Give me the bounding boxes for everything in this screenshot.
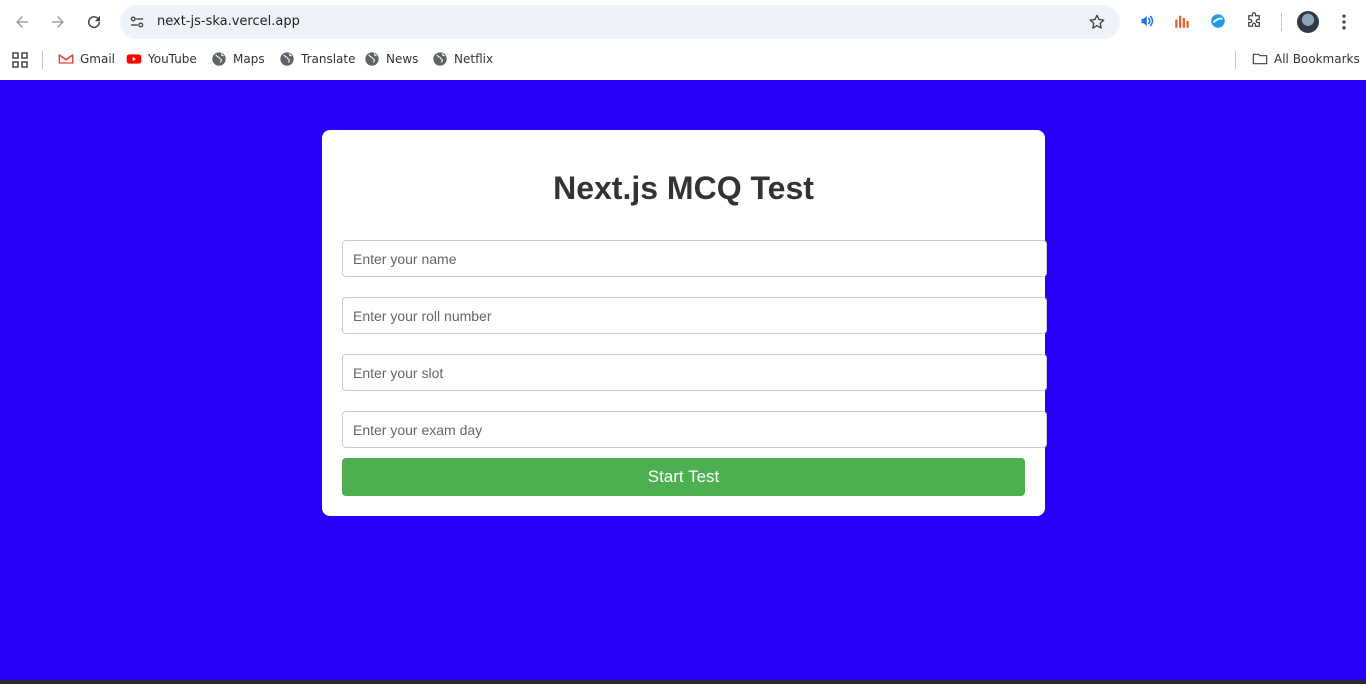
exam-day-input[interactable] <box>342 411 1047 448</box>
reload-icon <box>88 16 101 29</box>
browser-toolbar: next-js-ska.vercel.app <box>0 0 1366 44</box>
bookmark-label: Gmail <box>80 52 116 66</box>
bookmark-label: Translate <box>301 52 356 66</box>
all-bookmarks-button[interactable]: All Bookmarks <box>1252 49 1360 69</box>
back-button[interactable] <box>10 10 34 34</box>
extension-blue-icon[interactable] <box>1208 11 1228 31</box>
bookmark-label: Netflix <box>454 52 494 66</box>
extension-sound-icon[interactable] <box>1136 11 1156 31</box>
bookmarks-separator <box>1235 51 1236 69</box>
folder-icon <box>1252 51 1268 67</box>
bookmarks-separator <box>42 51 43 69</box>
globe-icon <box>211 51 227 67</box>
url-text[interactable]: next-js-ska.vercel.app <box>157 14 300 29</box>
bookmark-netflix[interactable]: Netflix <box>432 49 493 69</box>
profile-avatar[interactable] <box>1297 11 1319 33</box>
roll-number-input[interactable] <box>342 297 1047 334</box>
all-bookmarks-label: All Bookmarks <box>1274 52 1360 66</box>
arrow-right-icon <box>52 16 64 28</box>
start-test-button[interactable]: Start Test <box>342 458 1025 496</box>
slot-input[interactable] <box>342 354 1047 391</box>
forward-button[interactable] <box>46 10 70 34</box>
test-form-card: Next.js MCQ Test Start Test <box>322 130 1047 516</box>
bookmark-news[interactable]: News <box>364 49 418 69</box>
bookmark-label: YouTube <box>148 52 197 66</box>
reload-button[interactable] <box>82 10 106 34</box>
globe-icon <box>279 51 295 67</box>
globe-icon <box>364 51 380 67</box>
page-background: Next.js MCQ Test Start Test <box>0 80 1366 684</box>
apps-grid-icon[interactable] <box>12 52 28 68</box>
toolbar-separator <box>1281 13 1282 31</box>
bookmarks-bar <box>0 44 1366 80</box>
page-title: Next.js MCQ Test <box>553 170 814 206</box>
bookmark-youtube[interactable]: YouTube <box>126 49 197 69</box>
bookmark-maps[interactable]: Maps <box>211 49 265 69</box>
youtube-icon <box>126 51 142 67</box>
site-settings-icon[interactable] <box>128 13 146 31</box>
name-input[interactable] <box>342 240 1047 277</box>
bookmark-star-icon[interactable] <box>1088 13 1106 31</box>
bookmark-translate[interactable]: Translate <box>279 49 356 69</box>
bookmark-label: News <box>386 52 419 66</box>
arrow-left-icon <box>16 16 28 28</box>
bookmark-label: Maps <box>233 52 265 66</box>
taskbar-edge <box>0 680 1366 684</box>
more-menu-icon[interactable] <box>1334 12 1354 32</box>
extensions-puzzle-icon[interactable] <box>1244 11 1264 31</box>
extension-equalizer-icon[interactable] <box>1172 11 1192 31</box>
address-bar[interactable]: next-js-ska.vercel.app <box>120 5 1120 39</box>
globe-icon <box>432 51 448 67</box>
bookmark-gmail[interactable]: Gmail <box>58 49 115 69</box>
gmail-icon <box>58 51 74 67</box>
